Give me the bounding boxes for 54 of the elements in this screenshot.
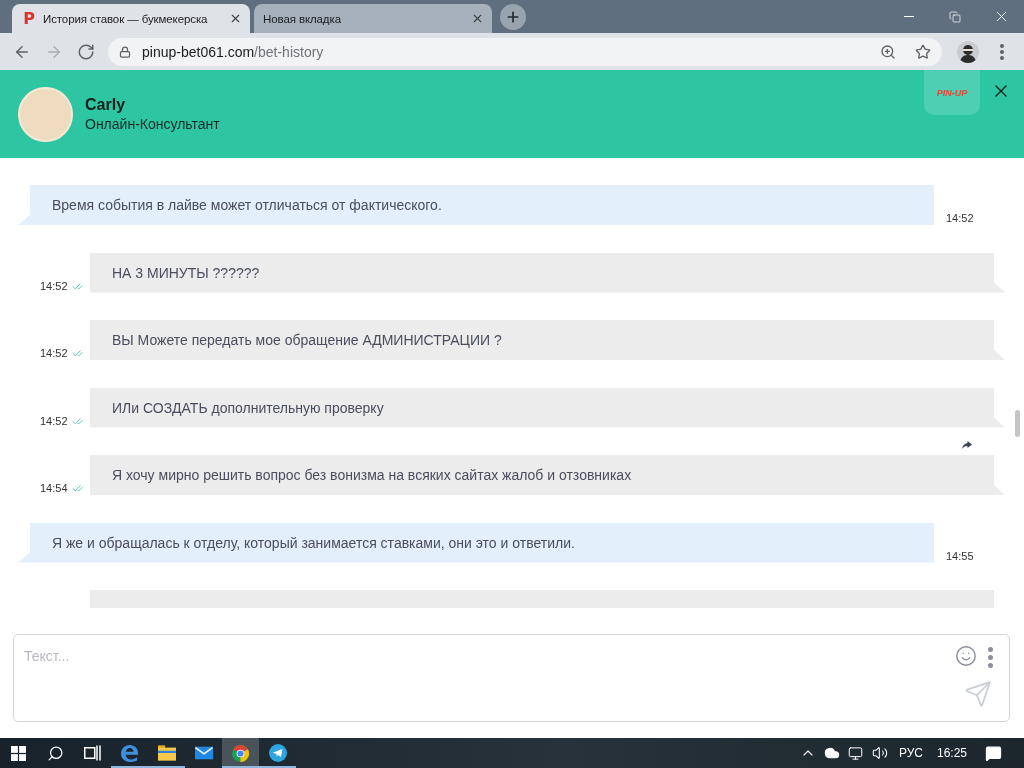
avatar-placeholder [18, 86, 73, 142]
lock-icon [119, 45, 131, 58]
message-bubble: ВЫ Можете передать мое обращение АДМИНИСТРАЦИИ ? [90, 320, 1005, 360]
more-options-button[interactable] [986, 646, 994, 668]
site-logo: P [22, 10, 36, 27]
message-time: 14:52 [40, 414, 68, 428]
smiley-icon [955, 645, 977, 667]
brand-logo: PIN-UP [924, 70, 980, 115]
clock-time[interactable]: 16:25 [929, 746, 974, 760]
message-time: 14:54 [40, 482, 68, 495]
message-bubble: Я же и обращалась к отделу, который занимается ставками, они это и ответили. [18, 522, 934, 563]
windows-logo-icon [11, 745, 26, 761]
message-time: 14:55 [946, 549, 974, 563]
restore-icon [949, 10, 961, 23]
circle-logo-icon [232, 744, 249, 762]
scrollbar-thumb[interactable] [1015, 410, 1020, 437]
emoji-button[interactable] [955, 645, 977, 667]
cloud-icon[interactable] [823, 745, 840, 761]
reload-icon [77, 42, 95, 61]
folder-icon [157, 745, 176, 761]
star-icon[interactable] [915, 43, 931, 60]
language-indicator[interactable]: РУС [891, 746, 930, 760]
url-text: pinup-bet061.com/bet-history [142, 43, 325, 60]
address-bar[interactable]: pinup-bet061.com/bet-history [108, 37, 942, 66]
message-bubble: Я хочу мирно решить вопрос без вонизма на всяких сайтах жалоб и отзовниках [90, 455, 1005, 495]
message-bubble: Время события в лайве может отличаться от фактического. [18, 185, 934, 225]
zoom-in-icon[interactable] [880, 43, 896, 60]
person-silhouette-icon [957, 40, 979, 63]
agent-name: Carly [85, 96, 127, 114]
message-time: 14:52 [946, 212, 974, 225]
minimize-icon [904, 16, 914, 17]
monitor-icon[interactable] [848, 745, 864, 761]
browser-tab[interactable]: Новая вкладка [254, 4, 492, 33]
tab-title: Новая вкладка [263, 12, 342, 25]
swirl-logo-icon [121, 744, 138, 762]
curved-arrow-icon[interactable] [962, 441, 972, 449]
message-input[interactable]: Текст... [13, 634, 1010, 722]
menu-icon [1000, 43, 1004, 60]
message-bubble: НА 3 МИНУТЫ ?????? [90, 252, 1005, 293]
task-view-icon [84, 745, 101, 761]
send-icon [964, 680, 992, 708]
envelope-icon [194, 746, 213, 760]
browser-tab[interactable]: P История ставок — букмекерска [12, 4, 250, 33]
message-time: 14:52 [40, 347, 68, 360]
speaker-icon[interactable] [871, 745, 888, 761]
message-time: 14:52 [40, 279, 68, 293]
message-bubble: ИЛи СОЗДАТЬ дополнительную проверку [90, 387, 1005, 428]
tab-title: История ставок — букмекерска [43, 12, 209, 25]
paper-plane-icon [268, 744, 287, 762]
search-icon [47, 744, 64, 762]
new-tab-button[interactable] [500, 3, 526, 30]
vertical-dots-icon [987, 646, 993, 668]
agent-role: Онлайн-Консультант [85, 116, 220, 132]
speech-bubble-icon[interactable] [984, 744, 1002, 762]
